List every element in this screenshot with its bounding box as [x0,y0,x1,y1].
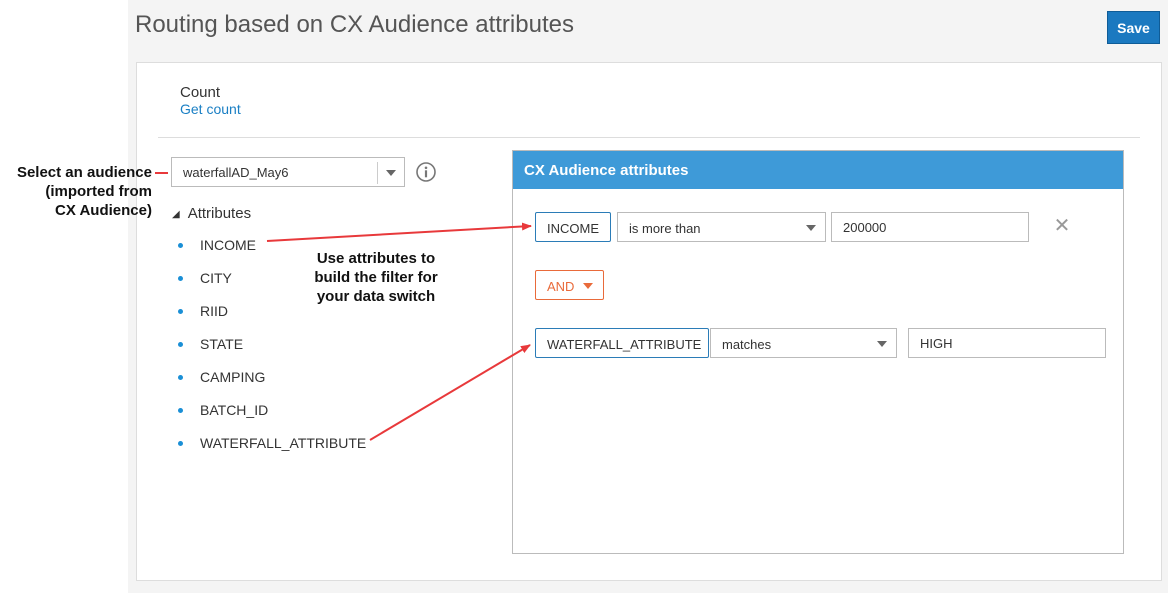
collapse-triangle-icon: ◢ [172,209,180,220]
operator-value: matches [722,337,772,352]
chevron-down-icon [806,225,816,231]
attribute-label: INCOME [200,237,256,253]
attribute-item-income[interactable]: INCOME [178,237,256,253]
and-connector-button[interactable]: AND [535,270,604,300]
attribute-label: WATERFALL_ATTRIBUTE [200,435,367,451]
bullet-icon [178,374,183,380]
attribute-label: RIID [200,303,228,319]
rule1-attribute-chip[interactable]: INCOME [535,212,611,242]
rule2-value-input[interactable] [908,328,1106,358]
connector-label: AND [547,279,575,294]
audience-select-value: waterfallAD_May6 [183,165,289,180]
bullet-icon [178,275,183,281]
attribute-item-batch-id[interactable]: BATCH_ID [178,402,268,418]
bullet-icon [178,440,183,446]
operator-value: is more than [629,221,701,236]
chevron-down-icon [877,341,887,347]
annotation-line: CX Audience) [55,202,152,219]
bullet-icon [178,308,183,314]
chevron-down-icon [583,283,593,289]
attribute-label: CITY [200,270,232,286]
rule2-operator-select[interactable]: matches [710,328,897,358]
get-count-link[interactable]: Get count [180,101,241,117]
annotation-line: Use attributes to [316,250,436,267]
panel-title: CX Audience attributes [513,151,1123,189]
attributes-tree-header[interactable]: ◢ Attributes [172,205,251,222]
count-label: Count [180,84,221,101]
chevron-down-icon [386,170,396,176]
annotation-line: your data switch [316,288,436,305]
divider [158,137,1140,138]
info-icon[interactable] [416,162,436,182]
annotation-line: (imported from [45,183,152,200]
close-icon[interactable]: ✕ [1053,215,1071,237]
rule1-operator-select[interactable]: is more than [617,212,826,242]
audience-select[interactable]: waterfallAD_May6 [171,157,405,187]
select-separator [377,162,378,184]
rule2-attribute-chip[interactable]: WATERFALL_ATTRIBUTE [535,328,709,358]
attribute-item-camping[interactable]: CAMPING [178,369,265,385]
attribute-item-riid[interactable]: RIID [178,303,228,319]
bullet-icon [178,242,183,248]
annotation-select-audience: Select an audience (imported from CX Aud… [0,163,152,220]
attribute-label: STATE [200,336,244,352]
attributes-heading: Attributes [187,205,252,222]
attribute-item-city[interactable]: CITY [178,270,232,286]
annotation-line: Select an audience [16,164,152,181]
attribute-label: CAMPING [200,369,266,385]
annotation-use-attributes: Use attributes to build the filter for y… [295,249,457,306]
bullet-icon [178,407,183,413]
save-button[interactable]: Save [1107,11,1160,44]
attribute-item-state[interactable]: STATE [178,336,243,352]
attribute-item-waterfall-attribute[interactable]: WATERFALL_ATTRIBUTE [178,435,366,451]
page-title: Routing based on CX Audience attributes [135,11,574,38]
attribute-label: BATCH_ID [200,402,269,418]
rule1-value-input[interactable] [831,212,1029,242]
bullet-icon [178,341,183,347]
annotation-line: build the filter for [314,269,438,286]
